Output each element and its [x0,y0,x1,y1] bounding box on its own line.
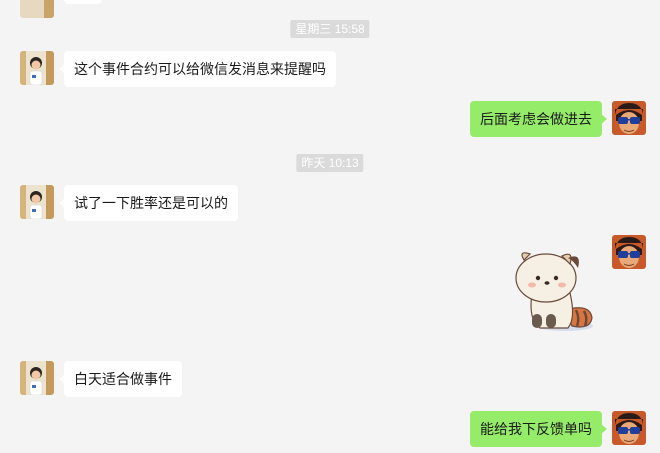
timestamp-divider: 星期三 15:58 [290,20,370,38]
self-avatar[interactable] [612,101,646,135]
contact-avatar[interactable] [20,0,54,18]
contact-avatar-photo-icon [20,0,54,18]
contact-avatar[interactable] [20,185,54,219]
outgoing-message-bubble[interactable]: 能给我下反馈单吗 [470,411,607,447]
contact-avatar-photo-icon [20,51,54,85]
incoming-message-bubble[interactable]: 试了一下胜率还是可以的 [59,185,238,221]
raccoon-sticker-icon [515,252,593,331]
self-avatar-anime-icon [612,101,646,135]
contact-avatar-photo-icon [20,185,54,219]
contact-avatar[interactable] [20,361,54,395]
outgoing-message-bubble[interactable]: 后面考虑会做进去 [470,101,607,137]
self-avatar[interactable] [612,411,646,445]
raccoon-sticker[interactable] [510,248,600,338]
incoming-message-bubble[interactable]: 这个事件合约可以给微信发消息来提醒吗 [59,51,336,87]
contact-avatar[interactable] [20,51,54,85]
chat-message-list[interactable]: 星期三 15:58 这个事件合约可以给微信发消息来提醒吗 后面考虑会做进去 昨天… [0,0,660,453]
incoming-message-bubble[interactable]: 白天适合做事件 [59,361,182,397]
partial-message-bubble[interactable] [64,0,102,4]
self-avatar[interactable] [612,235,646,269]
self-avatar-anime-icon [612,411,646,445]
self-avatar-anime-icon [612,235,646,269]
contact-avatar-photo-icon [20,361,54,395]
timestamp-divider: 昨天 10:13 [296,154,364,172]
